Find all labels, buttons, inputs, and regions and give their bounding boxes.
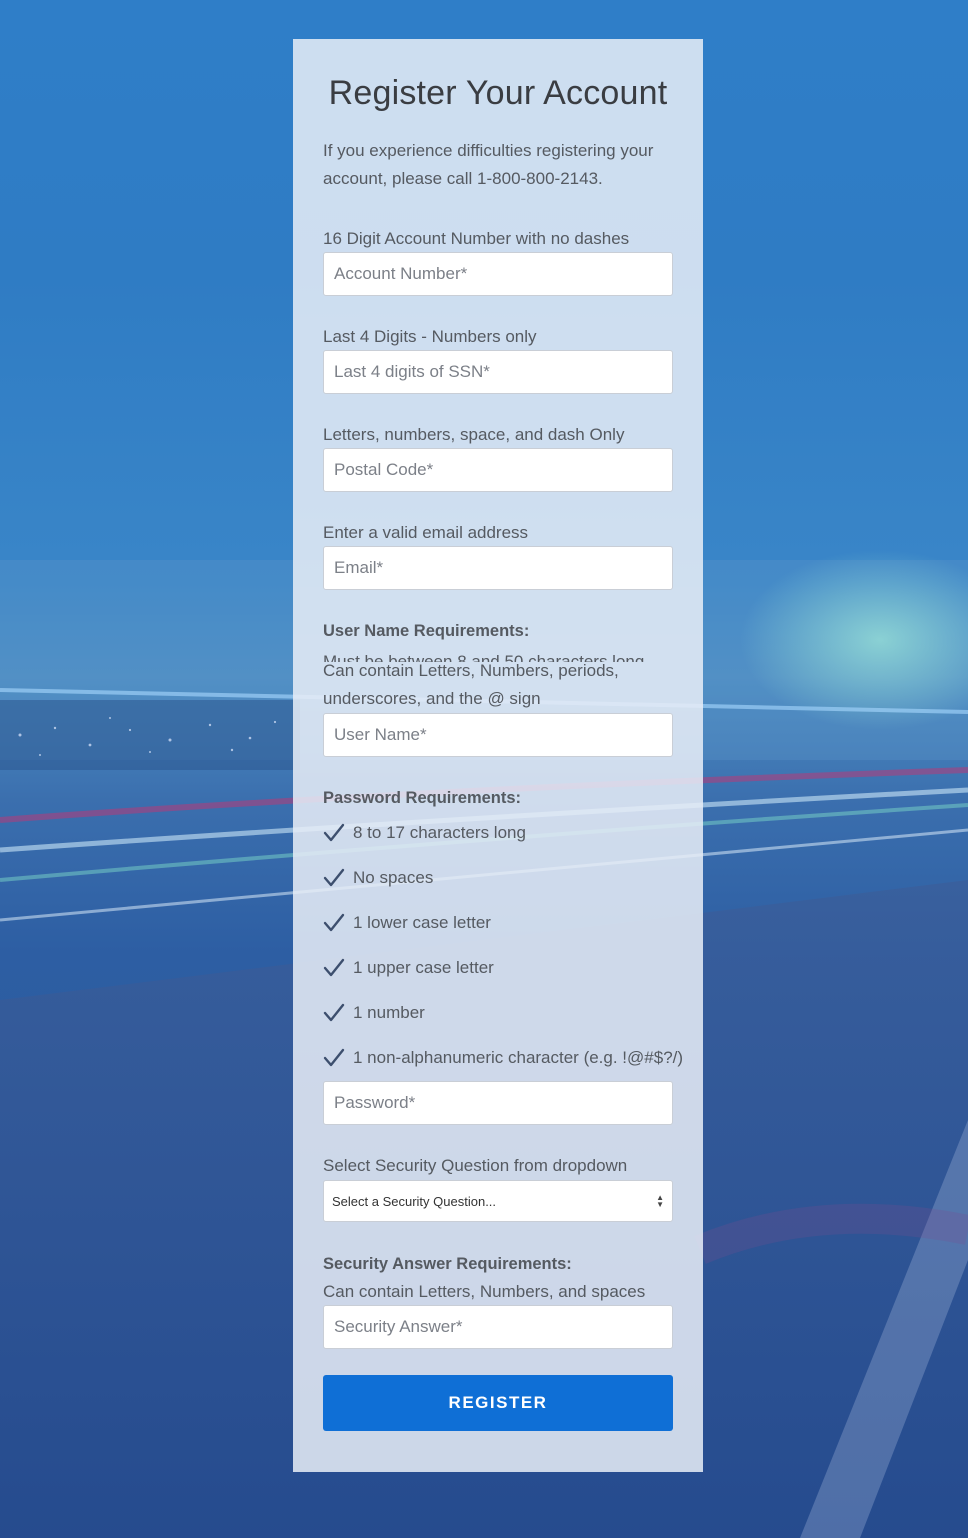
help-text: If you experience difficulties registeri…: [323, 141, 654, 188]
password-requirement: No spaces: [323, 866, 433, 890]
security-question-hint: Select Security Question from dropdown: [323, 1156, 628, 1175]
security-answer-input[interactable]: [323, 1305, 673, 1349]
security-question-select[interactable]: Select a Security Question... ▲ ▼: [323, 1180, 673, 1222]
password-requirement-text: 1 upper case letter: [353, 958, 494, 977]
username-chars-requirement: Can contain Letters, Numbers, periods, u…: [323, 661, 619, 708]
checkmark-icon: [323, 1048, 345, 1067]
security-question-selected: Select a Security Question...: [332, 1193, 497, 1209]
password-requirement: 1 upper case letter: [323, 956, 494, 980]
checkmark-icon: [323, 823, 345, 842]
postal-code-hint: Letters, numbers, space, and dash Only: [323, 425, 625, 444]
postal-code-input[interactable]: [323, 448, 673, 492]
password-requirement-text: 1 non-alphanumeric character (e.g. !@#$?…: [353, 1048, 684, 1067]
email-input[interactable]: [323, 546, 673, 590]
password-requirement: 8 to 17 characters long: [323, 821, 526, 845]
password-requirement: 1 non-alphanumeric character (e.g. !@#$?…: [323, 1046, 683, 1070]
password-input[interactable]: [323, 1081, 673, 1125]
register-button[interactable]: REGISTER: [323, 1375, 673, 1431]
password-requirement-text: 1 lower case letter: [353, 913, 491, 932]
password-requirements-heading: Password Requirements:: [323, 789, 522, 807]
password-requirement: 1 lower case letter: [323, 911, 491, 935]
select-arrows-icon: ▲ ▼: [656, 1193, 664, 1209]
checkmark-icon: [323, 958, 345, 977]
username-requirements-heading: User Name Requirements:: [323, 622, 530, 640]
password-requirement-text: 8 to 17 characters long: [353, 823, 526, 842]
account-number-input[interactable]: [323, 252, 673, 296]
checkmark-icon: [323, 868, 345, 887]
email-hint: Enter a valid email address: [323, 523, 529, 542]
ssn-hint: Last 4 Digits - Numbers only: [323, 327, 537, 346]
account-number-hint: 16 Digit Account Number with no dashes: [323, 229, 630, 248]
checkmark-icon: [323, 913, 345, 932]
ssn-last4-input[interactable]: [323, 350, 673, 394]
username-input[interactable]: [323, 713, 673, 757]
password-requirement-text: No spaces: [353, 868, 434, 887]
checkmark-icon: [323, 1003, 345, 1022]
password-requirement-text: 1 number: [353, 1003, 425, 1022]
register-card: Register Your Account If you experience …: [293, 39, 703, 1472]
password-requirement: 1 number: [323, 1001, 425, 1025]
page-title: Register Your Account: [328, 74, 668, 112]
security-answer-requirement: Can contain Letters, Numbers, and spaces: [323, 1282, 646, 1301]
security-answer-requirements-heading: Security Answer Requirements:: [323, 1255, 572, 1273]
